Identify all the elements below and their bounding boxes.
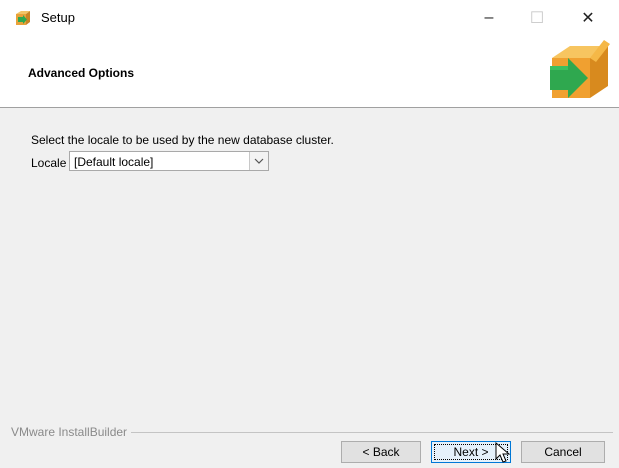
window-title: Setup xyxy=(41,10,75,25)
chevron-down-icon xyxy=(254,158,264,164)
content-panel: Select the locale to be used by the new … xyxy=(0,108,619,433)
wizard-header: Advanced Options xyxy=(0,36,619,108)
installer-brand: VMware InstallBuilder xyxy=(11,425,132,439)
box-arrow-icon xyxy=(16,11,30,25)
footer-divider xyxy=(128,432,613,433)
locale-description: Select the locale to be used by the new … xyxy=(31,133,334,147)
locale-label: Locale xyxy=(31,156,67,170)
cancel-button[interactable]: Cancel xyxy=(521,441,605,463)
minimize-button[interactable]: – xyxy=(466,0,512,36)
dropdown-button[interactable] xyxy=(249,152,268,170)
page-title: Advanced Options xyxy=(28,66,135,80)
title-bar: Setup – ☐ ✕ xyxy=(0,0,619,36)
maximize-button[interactable]: ☐ xyxy=(514,0,560,36)
mouse-cursor-icon xyxy=(495,442,511,463)
locale-selected-value: [Default locale] xyxy=(74,155,154,169)
close-button[interactable]: ✕ xyxy=(565,0,611,36)
back-button[interactable]: < Back xyxy=(341,441,421,463)
locale-select[interactable]: [Default locale] xyxy=(69,151,269,171)
wizard-footer: VMware InstallBuilder < Back Next > Canc… xyxy=(0,420,619,468)
green-arrow-box-icon xyxy=(550,40,610,98)
